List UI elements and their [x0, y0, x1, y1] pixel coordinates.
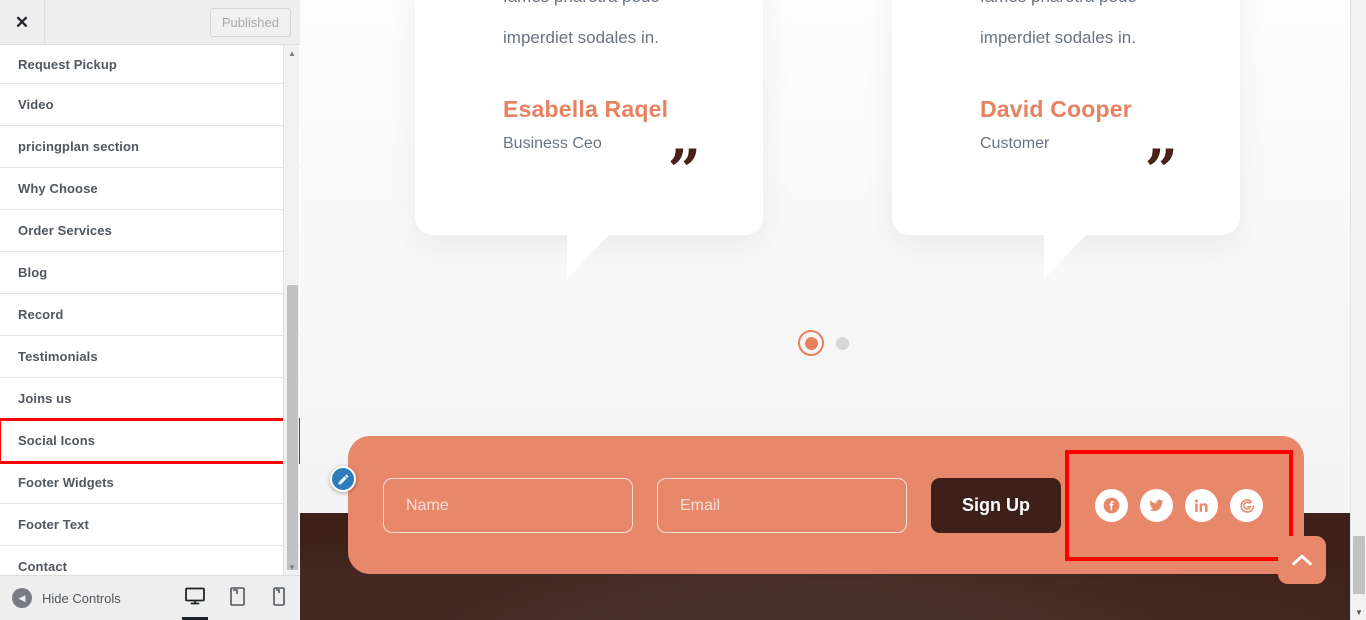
twitter-icon[interactable] — [1140, 489, 1173, 522]
testimonial-text: fames pharetra pede imperdiet sodales in… — [980, 0, 1137, 47]
social-icons-group — [1065, 450, 1293, 561]
customizer-footer: ◀ Hide Controls — [0, 575, 300, 620]
testimonial-name: Esabella Raqel — [503, 96, 669, 122]
sidebar-item-joins-us[interactable]: Joins us — [0, 378, 300, 420]
customizer-sidebar: ✕ Published Request Pickup Video pricing… — [0, 0, 300, 620]
preview-page: fames pharetra pede imperdiet sodales in… — [300, 0, 1366, 620]
carousel-pagination — [798, 330, 849, 356]
testimonial-text: fames pharetra pede imperdiet sodales in… — [503, 0, 660, 47]
preview-scrollbar[interactable]: ▼ — [1350, 0, 1366, 620]
sidebar-item-label: Testimonials — [18, 349, 98, 364]
sidebar-item-label: Order Services — [18, 223, 112, 238]
sidebar-item-label: Request Pickup — [18, 56, 117, 72]
testimonial-role: Business Ceo — [503, 135, 602, 152]
device-mobile-button[interactable] — [258, 576, 300, 620]
edit-shortcut-pencil-icon[interactable] — [330, 466, 356, 492]
sidebar-item-label: Record — [18, 307, 64, 322]
quote-mark-icon: ” — [1144, 137, 1178, 205]
screen: fames pharetra pede imperdiet sodales in… — [0, 0, 1366, 620]
sidebar-item-label: Footer Widgets — [18, 475, 114, 490]
sidebar-item-label: pricingplan section — [18, 139, 140, 154]
sidebar-item-social-icons[interactable]: Social Icons — [0, 418, 300, 464]
name-input-placeholder: Name — [406, 496, 449, 514]
signup-button[interactable]: Sign Up — [931, 478, 1061, 533]
sidebar-item-why-choose[interactable]: Why Choose — [0, 168, 300, 210]
facebook-icon[interactable] — [1095, 489, 1128, 522]
sidebar-item-pricingplan-section[interactable]: pricingplan section — [0, 126, 300, 168]
sidebar-item-testimonials[interactable]: Testimonials — [0, 336, 300, 378]
carousel-dot-active[interactable] — [798, 330, 824, 356]
sidebar-item-label: Blog — [18, 265, 48, 280]
sidebar-item-label: Why Choose — [18, 181, 98, 196]
sidebar-item-footer-text[interactable]: Footer Text — [0, 504, 300, 546]
google-icon[interactable] — [1230, 489, 1263, 522]
testimonial-card: fames pharetra pede imperdiet sodales in… — [892, 0, 1240, 279]
device-preview-buttons — [174, 576, 300, 620]
hide-controls-button[interactable]: ◀ Hide Controls — [0, 588, 121, 608]
sidebar-item-footer-widgets[interactable]: Footer Widgets — [0, 462, 300, 504]
device-desktop-button[interactable] — [174, 576, 216, 620]
quote-mark-icon: ” — [667, 137, 701, 205]
customizer-section-list: Request Pickup Video pricingplan section… — [0, 45, 300, 575]
publish-button[interactable]: Published — [209, 7, 291, 37]
sidebar-scrollbar[interactable]: ▲ ▼ — [283, 45, 299, 575]
scroll-down-arrow-icon[interactable]: ▼ — [284, 559, 300, 575]
collapse-arrow-icon: ◀ — [12, 588, 32, 608]
testimonial-card: fames pharetra pede imperdiet sodales in… — [415, 0, 763, 279]
testimonial-role: Customer — [980, 135, 1050, 152]
sidebar-item-request-pickup[interactable]: Request Pickup — [0, 45, 300, 84]
hide-controls-label: Hide Controls — [42, 590, 121, 606]
preview-scrollbar-thumb[interactable] — [1353, 536, 1365, 594]
sidebar-item-label: Contact — [18, 559, 68, 574]
site-preview: fames pharetra pede imperdiet sodales in… — [300, 0, 1366, 620]
testimonial-name: David Cooper — [980, 96, 1132, 122]
sidebar-item-order-services[interactable]: Order Services — [0, 210, 300, 252]
close-icon[interactable]: ✕ — [0, 0, 45, 44]
sidebar-scrollbar-thumb[interactable] — [287, 285, 298, 570]
name-input[interactable]: Name — [383, 478, 633, 533]
scroll-down-arrow-icon[interactable]: ▼ — [1351, 604, 1366, 620]
customizer-header: ✕ Published — [0, 0, 300, 45]
sidebar-item-contact[interactable]: Contact — [0, 546, 300, 575]
device-tablet-button[interactable] — [216, 576, 258, 620]
linkedin-icon[interactable] — [1185, 489, 1218, 522]
sidebar-item-label: Footer Text — [18, 517, 89, 532]
newsletter-panel: Name Email Sign Up — [348, 436, 1304, 574]
sidebar-item-record[interactable]: Record — [0, 294, 300, 336]
back-to-top-button[interactable] — [1278, 536, 1326, 584]
sidebar-item-blog[interactable]: Blog — [0, 252, 300, 294]
sidebar-item-label: Social Icons — [18, 433, 96, 448]
scroll-up-arrow-icon[interactable]: ▲ — [284, 45, 300, 61]
sidebar-item-video[interactable]: Video — [0, 84, 300, 126]
sidebar-item-label: Joins us — [18, 391, 72, 406]
email-input-placeholder: Email — [680, 496, 721, 514]
carousel-dot[interactable] — [836, 336, 849, 350]
sidebar-item-label: Video — [18, 97, 54, 112]
email-input[interactable]: Email — [657, 478, 907, 533]
speech-bubble-tail — [567, 233, 611, 279]
speech-bubble-tail — [1044, 233, 1088, 279]
